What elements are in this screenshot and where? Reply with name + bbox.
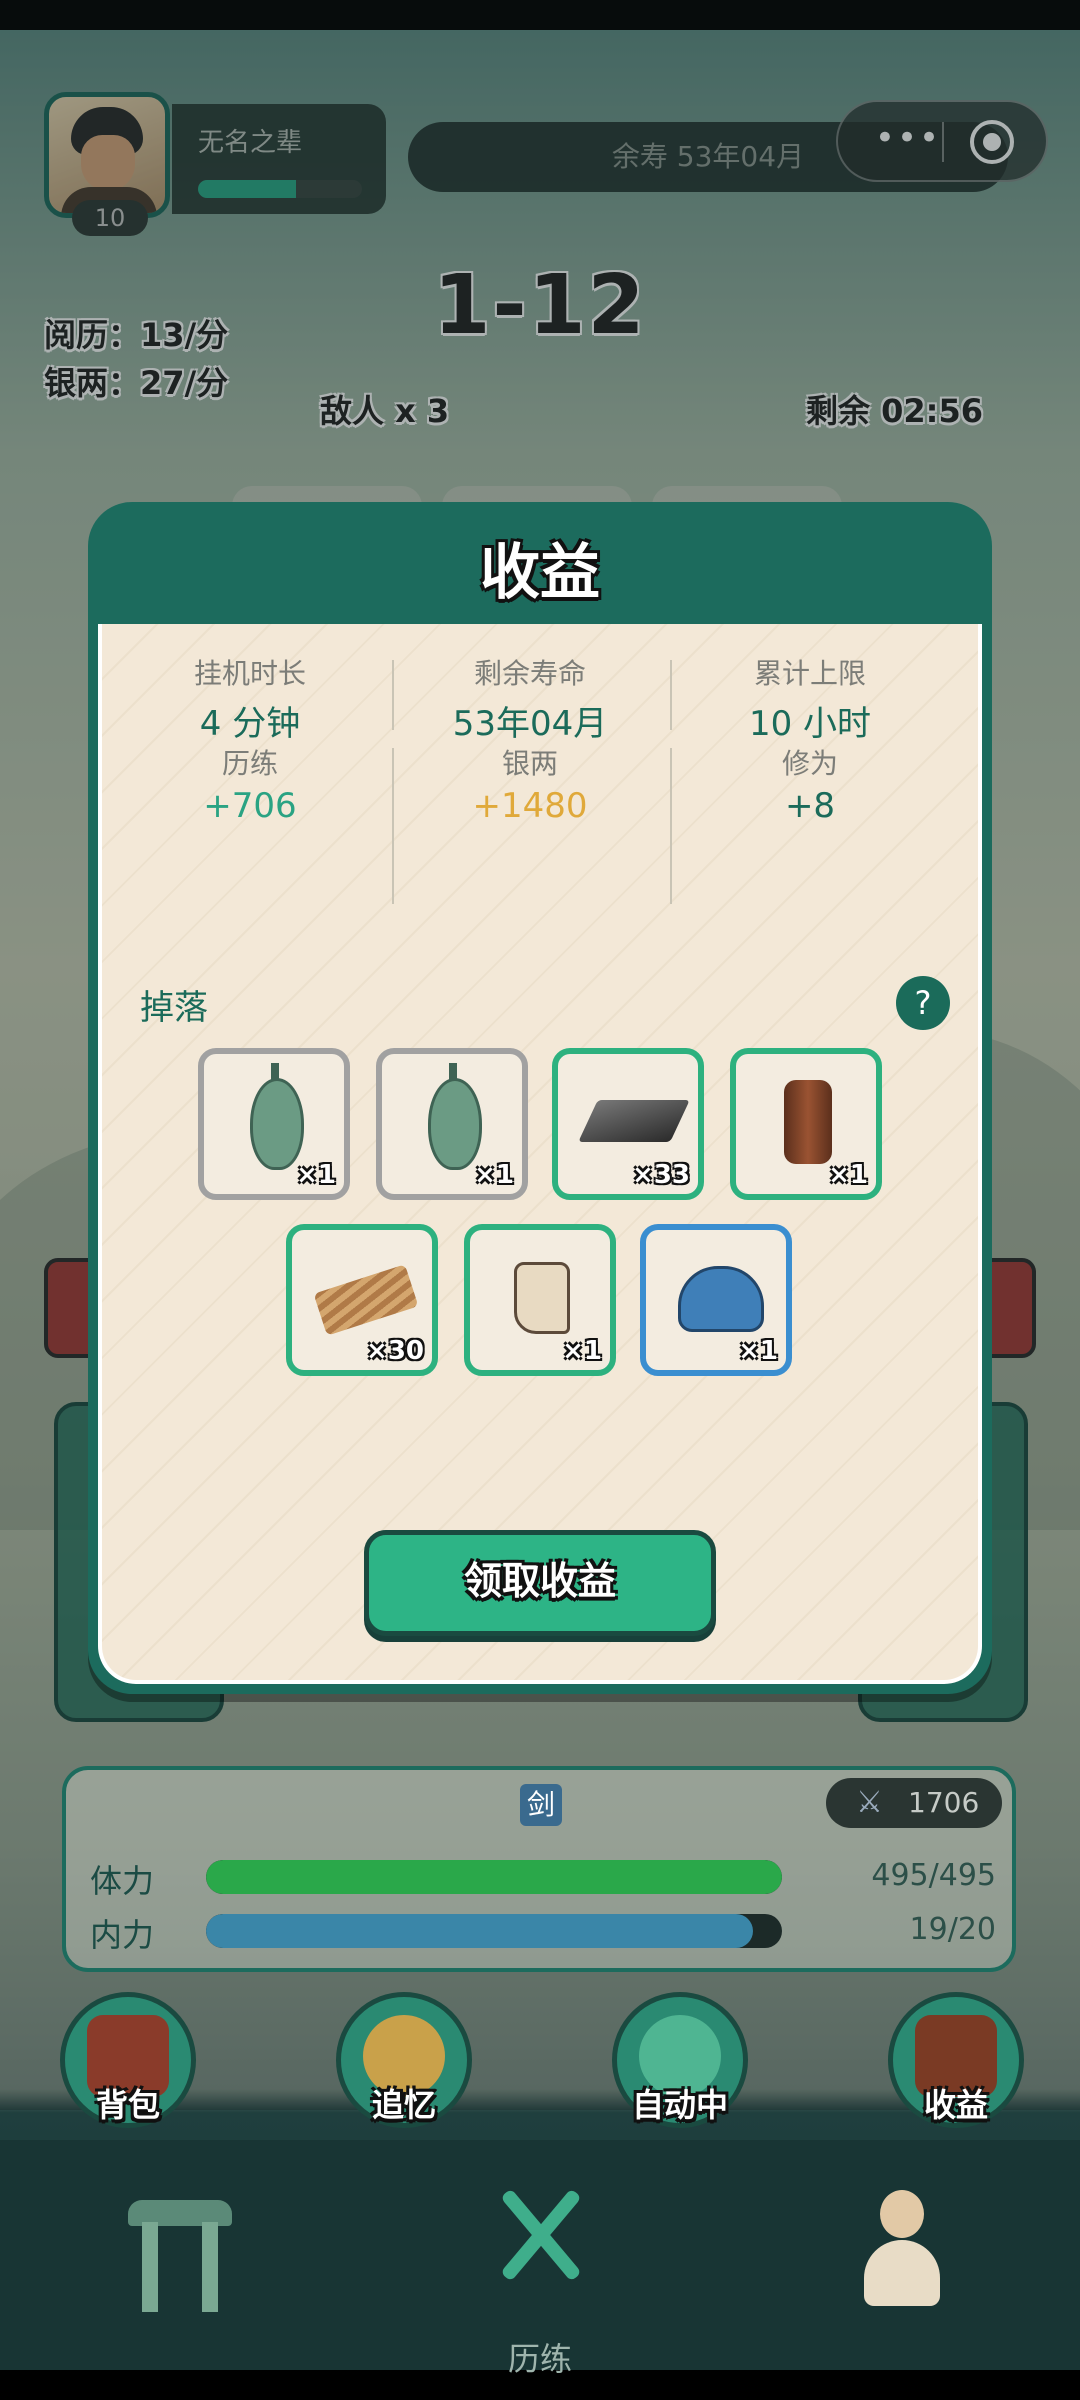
divider — [670, 748, 672, 904]
modal-title: 收益 — [480, 538, 600, 608]
item-count: ×1 — [738, 1336, 778, 1366]
gate-post — [142, 2222, 158, 2312]
gate-icon — [128, 2192, 232, 2312]
stat-idle-time: 挂机时长 4 分钟 — [110, 652, 390, 745]
divider — [392, 748, 394, 904]
stat-value: +8 — [784, 786, 836, 826]
help-button[interactable]: ? — [896, 976, 950, 1030]
drop-item[interactable]: ×1 — [376, 1048, 528, 1200]
item-count: ×30 — [366, 1336, 424, 1366]
auto-label: 自动中 — [631, 2086, 728, 2124]
bottom-tab-bar: 历练 — [0, 2140, 1080, 2378]
modal-body: 挂机时长 4 分钟 剩余寿命 53年04月 累计上限 10 小时 历练 +706… — [98, 624, 982, 1684]
inner-power-bar — [206, 1914, 782, 1948]
wood-sticks-icon — [313, 1264, 419, 1336]
drop-item[interactable]: ×30 — [286, 1224, 438, 1376]
blue-hat-icon — [678, 1266, 764, 1332]
crossed-swords-icon: ⚔ — [856, 1785, 883, 1820]
drop-item[interactable]: ×33 — [552, 1048, 704, 1200]
stat-value: +1480 — [472, 786, 588, 826]
stat-experience: 历练 +706 — [110, 742, 390, 826]
stamina-bar — [206, 1860, 782, 1894]
item-count: ×1 — [828, 1160, 868, 1190]
tab-training[interactable]: 历练 — [460, 2180, 620, 2378]
drop-item[interactable]: ×1 — [730, 1048, 882, 1200]
combat-power-value: 1706 — [908, 1786, 980, 1819]
stat-label: 银两 — [501, 747, 558, 780]
stamina-value: 495/495 — [871, 1858, 996, 1893]
inner-power-label: 内力 — [90, 1916, 155, 1954]
stamina-bar-fill — [206, 1860, 782, 1894]
hero-stats-panel: 剑 ⚔ 1706 体力 495/495 内力 19/20 — [62, 1766, 1016, 1972]
memory-label: 追忆 — [371, 2086, 436, 2124]
item-count: ×1 — [296, 1160, 336, 1190]
stat-cultivation: 修为 +8 — [670, 742, 950, 826]
item-count: ×33 — [632, 1160, 690, 1190]
jade-pendant-icon — [428, 1063, 482, 1170]
drops-label: 掉落 — [140, 988, 208, 1028]
leather-bracer-icon — [784, 1080, 832, 1164]
drop-item[interactable]: ×1 — [640, 1224, 792, 1376]
stamina-label: 体力 — [90, 1862, 155, 1900]
earnings-modal: 收益 挂机时长 4 分钟 剩余寿命 53年04月 累计上限 10 小时 历练 +… — [88, 502, 992, 1694]
tab-character[interactable] — [820, 2180, 980, 2330]
stat-label: 剩余寿命 — [473, 657, 586, 690]
stat-label: 挂机时长 — [193, 657, 306, 690]
character-head — [880, 2190, 924, 2238]
crossed-swords-icon — [500, 2180, 582, 2290]
divider — [392, 660, 394, 730]
backpack-label: 背包 — [95, 2086, 160, 2124]
claim-earnings-button[interactable]: 领取收益 — [364, 1530, 716, 1636]
inner-power-bar-fill — [206, 1914, 754, 1948]
item-count: ×1 — [474, 1160, 514, 1190]
item-count: ×1 — [562, 1336, 602, 1366]
earnings-label: 收益 — [923, 2086, 988, 2124]
gate-post — [202, 2222, 218, 2312]
jade-pendant-icon — [250, 1063, 304, 1170]
stat-silver: 银两 +1480 — [390, 742, 670, 826]
tab-label: 历练 — [507, 2340, 572, 2378]
character-icon — [864, 2190, 940, 2310]
stat-label: 累计上限 — [753, 657, 866, 690]
character-body — [864, 2240, 940, 2306]
stat-cap: 累计上限 10 小时 — [670, 652, 950, 745]
cloth-boot-icon — [514, 1262, 570, 1334]
stat-label: 修为 — [781, 747, 838, 780]
divider — [670, 660, 672, 730]
stat-value: 53年04月 — [452, 704, 608, 744]
iron-ingot-icon — [578, 1100, 690, 1142]
stat-value: 10 小时 — [748, 704, 872, 744]
drop-item[interactable]: ×1 — [198, 1048, 350, 1200]
inner-power-value: 19/20 — [909, 1912, 996, 1947]
weapon-tag: 剑 — [520, 1784, 562, 1826]
stat-value: 4 分钟 — [199, 704, 301, 744]
stat-value: +706 — [203, 786, 297, 826]
tab-sect[interactable] — [100, 2180, 260, 2330]
stat-label: 历练 — [221, 747, 278, 780]
drop-item[interactable]: ×1 — [464, 1224, 616, 1376]
stat-remaining-life: 剩余寿命 53年04月 — [390, 652, 670, 745]
combat-power: ⚔ 1706 — [826, 1778, 1002, 1828]
